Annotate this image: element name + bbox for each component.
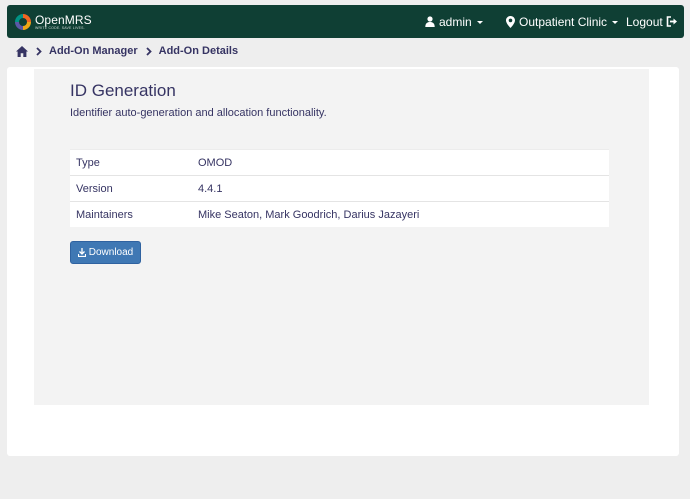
addon-details-panel	[34, 69, 649, 405]
user-menu[interactable]: admin	[425, 5, 483, 38]
openmrs-logo[interactable]: OpenMRS WRITE CODE. SAVE LIVES.	[14, 12, 92, 32]
table-row: Maintainers Mike Seaton, Mark Goodrich, …	[70, 201, 609, 227]
chevron-right-icon	[145, 46, 152, 56]
logout-label: Logout	[626, 14, 663, 29]
table-row: Type OMOD	[70, 149, 609, 176]
chevron-down-icon	[612, 20, 619, 24]
logo-name: OpenMRS	[35, 12, 92, 27]
chevron-right-icon	[36, 46, 42, 56]
breadcrumb-addon-manager[interactable]: Add-On Manager	[49, 45, 138, 57]
download-button[interactable]: Download	[70, 241, 141, 264]
download-label: Download	[88, 247, 134, 258]
breadcrumb: Add-On Manager Add-On Details	[16, 43, 238, 59]
type-label: Type	[70, 149, 192, 176]
home-icon[interactable]	[16, 45, 28, 57]
breadcrumb-addon-details: Add-On Details	[158, 45, 239, 57]
download-icon	[77, 248, 86, 257]
sign-out-icon	[666, 16, 677, 27]
user-menu-label: admin	[439, 14, 472, 29]
logout-link[interactable]: Logout	[626, 5, 678, 38]
map-marker-icon	[506, 15, 515, 28]
user-icon	[425, 16, 435, 27]
version-value: 4.4.1	[192, 175, 609, 202]
table-row: Version 4.4.1	[70, 175, 609, 202]
addon-description: Identifier auto-generation and allocatio…	[70, 107, 327, 119]
page-title: ID Generation	[70, 81, 176, 100]
addon-details-table: Type OMOD Version 4.4.1 Maintainers Mike…	[70, 149, 609, 227]
location-menu[interactable]: Outpatient Clinic	[506, 5, 619, 38]
version-label: Version	[70, 175, 192, 202]
chevron-down-icon	[476, 20, 483, 24]
top-header: OpenMRS WRITE CODE. SAVE LIVES. admin Ou…	[7, 5, 684, 38]
logo-tagline: WRITE CODE. SAVE LIVES.	[35, 25, 85, 30]
maintainers-value: Mike Seaton, Mark Goodrich, Darius Jazay…	[192, 201, 609, 227]
location-menu-label: Outpatient Clinic	[519, 14, 608, 29]
openmrs-logo-icon	[15, 14, 31, 30]
maintainers-label: Maintainers	[70, 201, 192, 227]
type-value: OMOD	[192, 149, 609, 176]
